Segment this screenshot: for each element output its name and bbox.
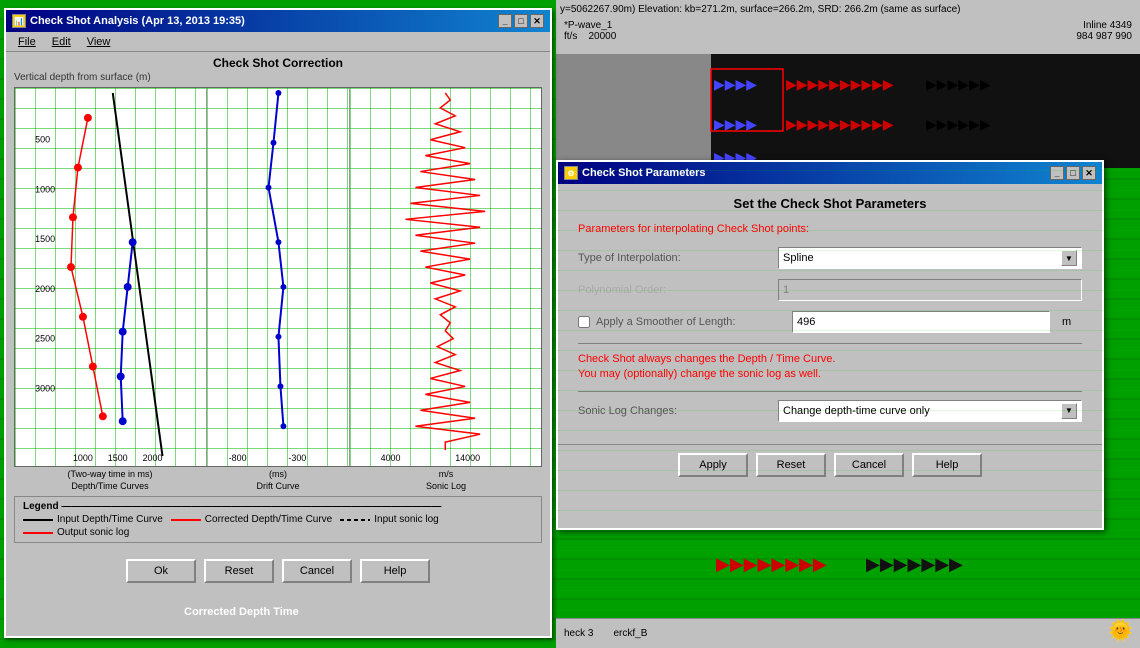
- status-right: erckf_B: [613, 628, 647, 639]
- maximize-button[interactable]: □: [514, 14, 528, 28]
- cancel-button[interactable]: Cancel: [282, 559, 352, 583]
- charts-container: 500 1000 1500 2000 2500 3000 1000 1500 2…: [14, 87, 542, 467]
- legend-items-row2: Output sonic log: [23, 527, 533, 538]
- svg-text:-300: -300: [288, 453, 306, 463]
- chart2-title: Drift Curve: [206, 481, 350, 493]
- chart2-x-unit: (ms): [206, 469, 350, 481]
- seismic-bottom-bar: heck 3 erckf_B 🌞: [556, 618, 1140, 648]
- ok-button[interactable]: Ok: [126, 559, 196, 583]
- legend-output-sonic: Output sonic log: [23, 527, 129, 538]
- seismic-middle-display: ▶▶▶▶▶▶▶▶ ▶▶▶▶▶▶▶: [556, 170, 1140, 618]
- svg-text:2000: 2000: [35, 284, 55, 294]
- drift-curve-chart: -800 -300: [207, 88, 351, 466]
- svg-text:▶▶▶▶▶▶▶: ▶▶▶▶▶▶▶: [866, 554, 963, 574]
- chart-area: Check Shot Correction Vertical depth fro…: [6, 52, 550, 551]
- svg-text:500: 500: [35, 135, 50, 145]
- sun-icon: 🌞: [1108, 618, 1136, 646]
- seismic-label-left: *P-wave_1 ft/s 20000: [564, 20, 848, 42]
- chart1-title: Depth/Time Curves: [14, 481, 206, 493]
- seismic-trace-nums: 984 987 990: [848, 31, 1132, 42]
- svg-text:▶▶▶▶▶▶: ▶▶▶▶▶▶: [926, 116, 991, 132]
- svg-text:▶▶▶▶: ▶▶▶▶: [714, 116, 757, 132]
- seismic-display-top: *P-wave_1 ft/s 20000 Inline 4349 984 987…: [556, 18, 1140, 168]
- close-button[interactable]: ✕: [530, 14, 544, 28]
- svg-text:▶▶▶▶▶▶▶▶▶▶: ▶▶▶▶▶▶▶▶▶▶: [786, 76, 894, 92]
- legend-items: Input Depth/Time Curve Corrected Depth/T…: [23, 514, 533, 525]
- legend-corrected-dt: Corrected Depth/Time Curve: [171, 514, 332, 525]
- chart-title: Check Shot Correction: [14, 56, 542, 70]
- status-left: heck 3: [564, 628, 593, 639]
- svg-text:1500: 1500: [108, 453, 128, 463]
- svg-text:1500: 1500: [35, 234, 55, 244]
- reset-button[interactable]: Reset: [204, 559, 274, 583]
- menu-edit[interactable]: Edit: [44, 34, 79, 50]
- legend-box: Legend —————————————————————————————————…: [14, 496, 542, 543]
- legend-input-dt: Input Depth/Time Curve: [23, 514, 163, 525]
- window-title: Check Shot Analysis (Apr 13, 2013 19:35): [30, 15, 245, 27]
- sonic-log-chart: 4000 14000: [350, 88, 541, 466]
- chart-labels-row: (Two-way time in ms) Depth/Time Curves (…: [14, 469, 542, 492]
- svg-text:3000: 3000: [35, 383, 55, 393]
- svg-text:2500: 2500: [35, 334, 55, 344]
- menu-view[interactable]: View: [79, 34, 119, 50]
- check-shot-window: 📊 Check Shot Analysis (Apr 13, 2013 19:3…: [4, 8, 552, 638]
- seismic-inline-label: Inline 4349: [848, 20, 1132, 31]
- svg-text:▶▶▶▶▶▶: ▶▶▶▶▶▶: [926, 76, 991, 92]
- y-axis-title: Vertical depth from surface (m): [14, 72, 542, 83]
- menu-bar: File Edit View: [6, 32, 550, 52]
- window-titlebar: 📊 Check Shot Analysis (Apr 13, 2013 19:3…: [6, 10, 550, 32]
- svg-text:4000: 4000: [381, 453, 401, 463]
- svg-text:▶▶▶▶: ▶▶▶▶: [714, 76, 757, 92]
- minimize-button[interactable]: _: [498, 14, 512, 28]
- depth-time-chart: 500 1000 1500 2000 2500 3000 1000 1500 2…: [15, 88, 207, 466]
- svg-text:▶▶▶▶▶▶▶▶: ▶▶▶▶▶▶▶▶: [716, 554, 827, 574]
- svg-text:-800: -800: [228, 453, 246, 463]
- seismic-trace-display: ▶▶▶▶ ▶▶▶▶▶▶▶▶▶▶ ▶▶▶▶▶▶ ▶▶▶▶ ▶▶▶▶▶▶▶▶▶▶ ▶…: [556, 54, 1140, 168]
- svg-text:14000: 14000: [456, 453, 481, 463]
- chart3-title: Sonic Log: [350, 481, 542, 493]
- svg-text:2000: 2000: [143, 453, 163, 463]
- window-icon: 📊: [12, 14, 26, 28]
- legend-title: Legend —————————————————————————————————…: [23, 501, 533, 512]
- chart3-x-unit: m/s: [350, 469, 542, 481]
- bottom-buttons: Ok Reset Cancel Help: [6, 551, 550, 591]
- legend-input-sonic: Input sonic log: [340, 514, 439, 525]
- svg-text:1000: 1000: [35, 184, 55, 194]
- top-info-bar: y=5062267.90m) Elevation: kb=271.2m, sur…: [556, 0, 1140, 18]
- top-info-text: y=5062267.90m) Elevation: kb=271.2m, sur…: [560, 4, 961, 15]
- chart1-x-unit: (Two-way time in ms): [14, 469, 206, 481]
- corrected-depth-time-label: Corrected Depth Time: [184, 606, 299, 618]
- help-button[interactable]: Help: [360, 559, 430, 583]
- svg-text:▶▶▶▶▶▶▶▶▶▶: ▶▶▶▶▶▶▶▶▶▶: [786, 116, 894, 132]
- menu-file[interactable]: File: [10, 34, 44, 50]
- svg-text:1000: 1000: [73, 453, 93, 463]
